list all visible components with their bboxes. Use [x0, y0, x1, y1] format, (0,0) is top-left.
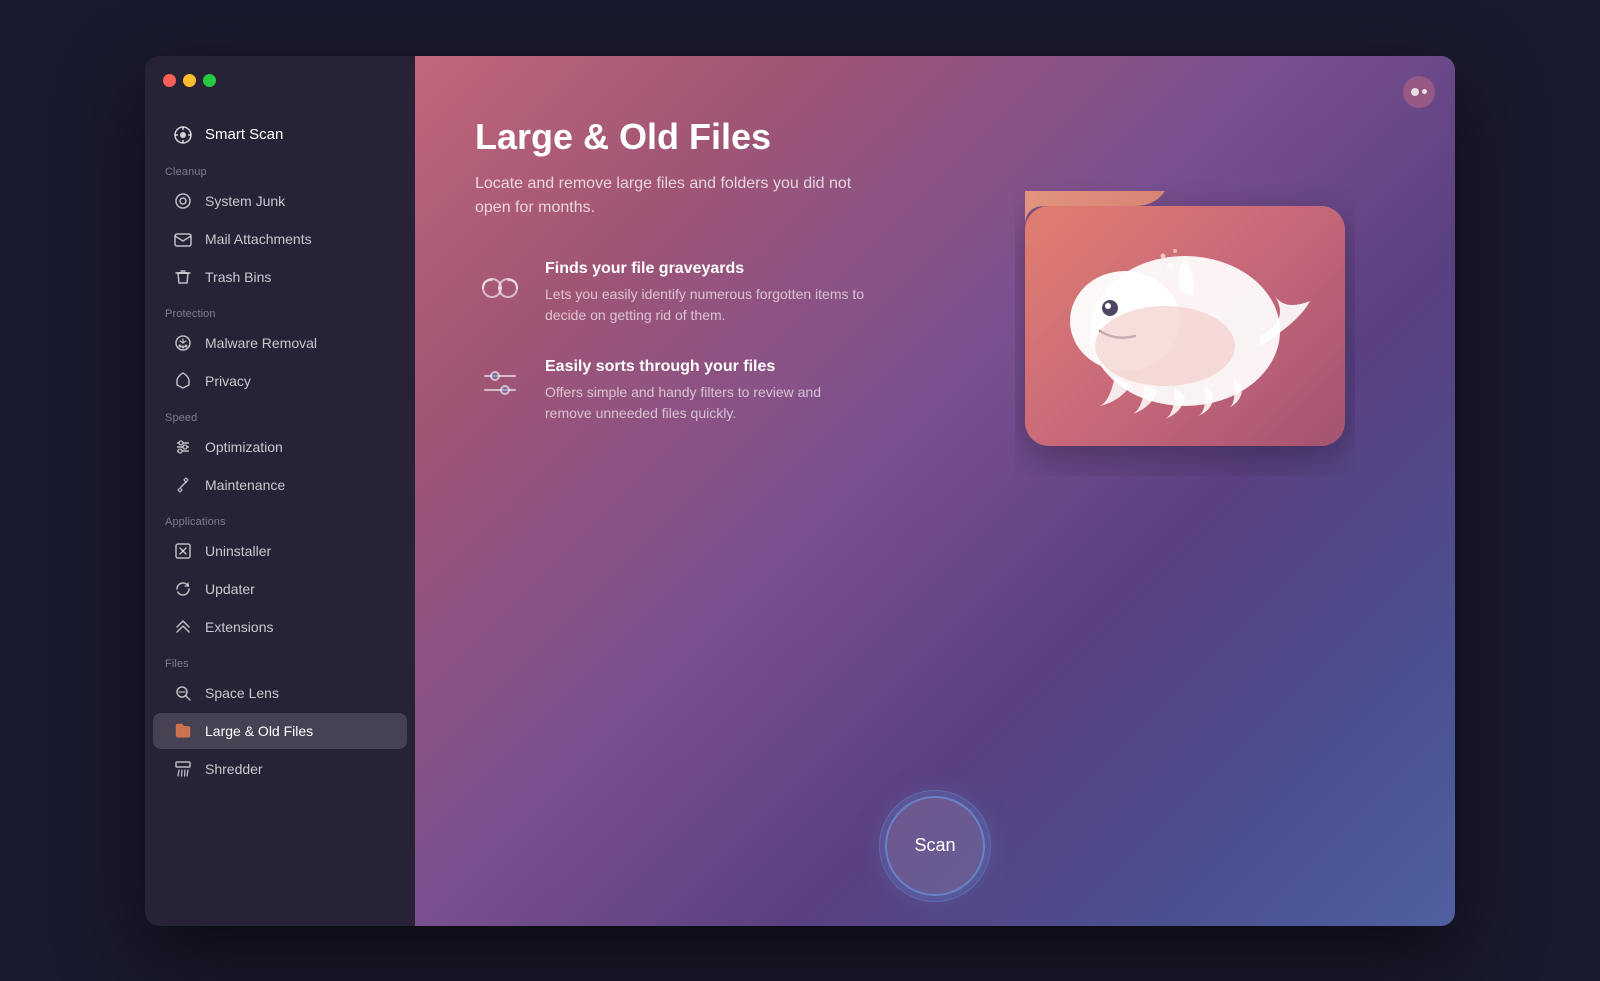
privacy-icon	[173, 371, 193, 391]
extensions-icon	[173, 617, 193, 637]
large-old-files-illustration	[1015, 136, 1355, 476]
sidebar-item-malware-removal[interactable]: Malware Removal	[153, 325, 407, 361]
maximize-button[interactable]	[203, 74, 216, 87]
sidebar-item-uninstaller[interactable]: Uninstaller	[153, 533, 407, 569]
mail-attachments-label: Mail Attachments	[205, 231, 312, 247]
updater-icon	[173, 579, 193, 599]
sidebar-item-privacy[interactable]: Privacy	[153, 363, 407, 399]
uninstaller-label: Uninstaller	[205, 543, 271, 559]
large-old-files-icon	[173, 721, 193, 741]
feature-graveyards-title: Finds your file graveyards	[545, 260, 865, 278]
scan-button-wrapper: Scan	[415, 776, 1455, 926]
sidebar-item-optimization[interactable]: Optimization	[153, 429, 407, 465]
smart-scan-label: Smart Scan	[205, 126, 283, 143]
speed-section-label: Speed	[145, 400, 415, 428]
feature-sorts-description: Offers simple and handy filters to revie…	[545, 382, 865, 424]
cleanup-section-label: Cleanup	[145, 154, 415, 182]
system-junk-label: System Junk	[205, 193, 285, 209]
system-junk-icon	[173, 191, 193, 211]
sidebar-item-updater[interactable]: Updater	[153, 571, 407, 607]
shredder-label: Shredder	[205, 761, 263, 777]
sidebar-item-trash-bins[interactable]: Trash Bins	[153, 259, 407, 295]
space-lens-label: Space Lens	[205, 685, 279, 701]
sidebar-item-mail-attachments[interactable]: Mail Attachments	[153, 221, 407, 257]
updater-label: Updater	[205, 581, 255, 597]
sliders-icon	[475, 358, 525, 408]
sidebar: Smart Scan Cleanup System Junk Mail Atta…	[145, 56, 415, 926]
trash-bins-icon	[173, 267, 193, 287]
scan-button-label: Scan	[914, 835, 955, 856]
scan-button[interactable]: Scan	[885, 796, 985, 896]
sidebar-item-maintenance[interactable]: Maintenance	[153, 467, 407, 503]
close-button[interactable]	[163, 74, 176, 87]
privacy-label: Privacy	[205, 373, 251, 389]
minimize-button[interactable]	[183, 74, 196, 87]
feature-graveyards-description: Lets you easily identify numerous forgot…	[545, 284, 865, 326]
page-title: Large & Old Files	[475, 116, 975, 158]
text-section: Large & Old Files Locate and remove larg…	[475, 116, 975, 456]
optimization-label: Optimization	[205, 439, 283, 455]
page-description: Locate and remove large files and folder…	[475, 172, 855, 220]
main-content: Large & Old Files Locate and remove larg…	[415, 56, 1455, 926]
sidebar-item-large-old-files[interactable]: Large & Old Files	[153, 713, 407, 749]
protection-section-label: Protection	[145, 296, 415, 324]
smart-scan-icon	[173, 125, 193, 145]
extensions-label: Extensions	[205, 619, 273, 635]
feature-graveyards-text: Finds your file graveyards Lets you easi…	[545, 260, 865, 326]
large-old-files-label: Large & Old Files	[205, 723, 313, 739]
sidebar-item-shredder[interactable]: Shredder	[153, 751, 407, 787]
maintenance-icon	[173, 475, 193, 495]
sidebar-item-space-lens[interactable]: Space Lens	[153, 675, 407, 711]
feature-item-sorts: Easily sorts through your files Offers s…	[475, 358, 975, 424]
uninstaller-icon	[173, 541, 193, 561]
applications-section-label: Applications	[145, 504, 415, 532]
malware-removal-label: Malware Removal	[205, 335, 317, 351]
sidebar-item-system-junk[interactable]: System Junk	[153, 183, 407, 219]
traffic-lights	[163, 74, 216, 87]
glasses-icon	[475, 260, 525, 310]
files-section-label: Files	[145, 646, 415, 674]
space-lens-icon	[173, 683, 193, 703]
feature-sorts-title: Easily sorts through your files	[545, 358, 865, 376]
optimization-icon	[173, 437, 193, 457]
malware-removal-icon	[173, 333, 193, 353]
feature-sorts-text: Easily sorts through your files Offers s…	[545, 358, 865, 424]
app-window: Smart Scan Cleanup System Junk Mail Atta…	[145, 56, 1455, 926]
mail-attachments-icon	[173, 229, 193, 249]
content-area: Large & Old Files Locate and remove larg…	[475, 116, 1395, 736]
shredder-icon	[173, 759, 193, 779]
maintenance-label: Maintenance	[205, 477, 285, 493]
sidebar-item-smart-scan[interactable]: Smart Scan	[153, 117, 407, 153]
sidebar-item-extensions[interactable]: Extensions	[153, 609, 407, 645]
trash-bins-label: Trash Bins	[205, 269, 271, 285]
main-inner: Large & Old Files Locate and remove larg…	[415, 56, 1455, 776]
feature-item-graveyards: Finds your file graveyards Lets you easi…	[475, 260, 975, 326]
